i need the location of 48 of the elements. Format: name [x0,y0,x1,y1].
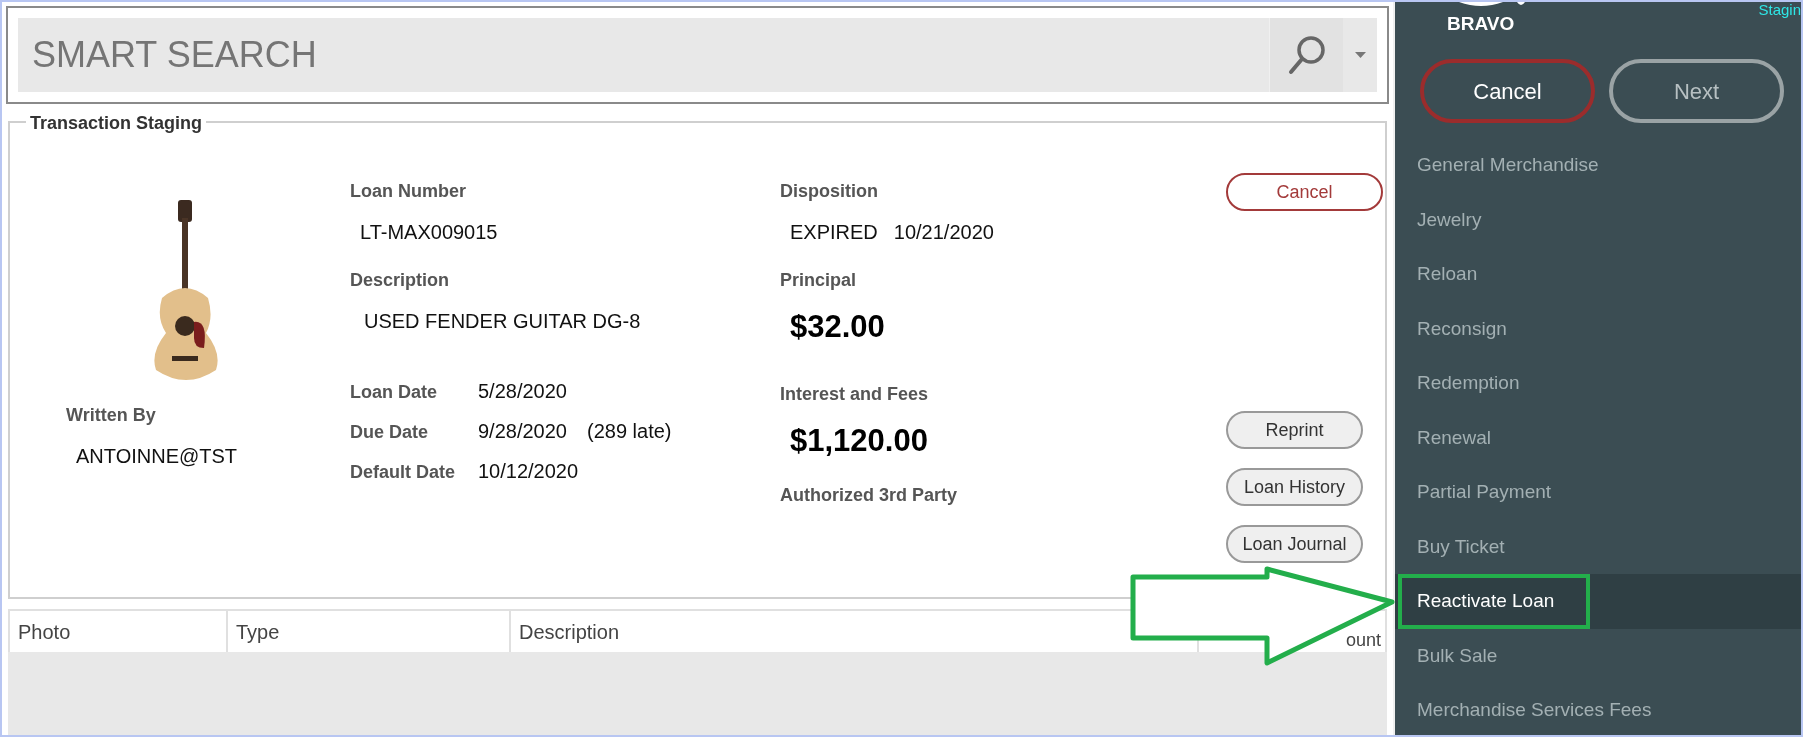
field-label: Interest and Fees [780,382,930,406]
menu-item[interactable]: Partial Payment [1395,465,1801,520]
amount-value: $32.00 [790,308,886,346]
field-value: LT-MAX009015 [360,220,499,245]
date-value: 5/28/2020 [478,379,567,404]
action-button[interactable]: Loan History [1226,468,1363,506]
search-placeholder: SMART SEARCH [32,33,317,77]
menu-item[interactable]: Redemption [1395,356,1801,411]
search-field[interactable]: SMART SEARCH [18,18,1269,92]
field-value: USED FENDER GUITAR DG-8 [364,309,642,334]
caret-icon [1354,52,1366,58]
menu-item[interactable]: Reactivate Loan [1395,574,1801,629]
field-label: Loan Number [350,180,467,203]
next-button[interactable]: Next [1609,59,1784,123]
action-button[interactable]: Reprint [1226,411,1363,449]
disposition-status: EXPIRED [790,220,878,245]
amount-value: $1,120.00 [790,421,929,460]
menu-item[interactable]: Buy Ticket [1395,519,1801,574]
field-label: Loan Date [350,381,438,404]
search-icon [1286,34,1327,76]
late-note: (289 late) [587,419,672,444]
cancel-button[interactable]: Cancel [1420,59,1595,123]
field-label: Principal [780,269,858,292]
field-label: Disposition [780,180,879,203]
menu-item[interactable]: Jewelry [1395,192,1801,247]
action-button[interactable]: Loan Journal [1226,525,1363,563]
menu-item[interactable]: Renewal [1395,410,1801,465]
date-value: 9/28/2020 [478,419,567,444]
field-label: Authorized 3rd Party [780,484,959,507]
search-button[interactable] [1269,18,1343,92]
mode-label: Stagin [1758,2,1801,18]
disposition-date: 10/21/2020 [893,220,994,245]
menu-item[interactable]: Reconsign [1395,301,1801,356]
menu-item[interactable]: Bulk Sale [1395,628,1801,683]
cancel-button[interactable]: Cancel [1226,173,1383,211]
field-value: ANTOINNE@TST [76,444,239,469]
field-label: Due Date [350,421,430,444]
date-value: 10/12/2020 [478,459,579,484]
brand-name: BRAVO [1447,12,1515,36]
field-label: Default Date [350,461,457,484]
search-bar[interactable]: SMART SEARCH [6,6,1389,104]
column-header[interactable]: ount [1345,630,1381,650]
menu-item[interactable]: Merchandise Services Fees [1395,683,1801,737]
menu-item[interactable]: General Merchandise [1395,138,1801,193]
field-label: Description [350,269,451,292]
menu-item[interactable]: Reloan [1395,247,1801,302]
column-header[interactable]: Description [511,611,1127,652]
field-label: Written By [66,404,157,427]
